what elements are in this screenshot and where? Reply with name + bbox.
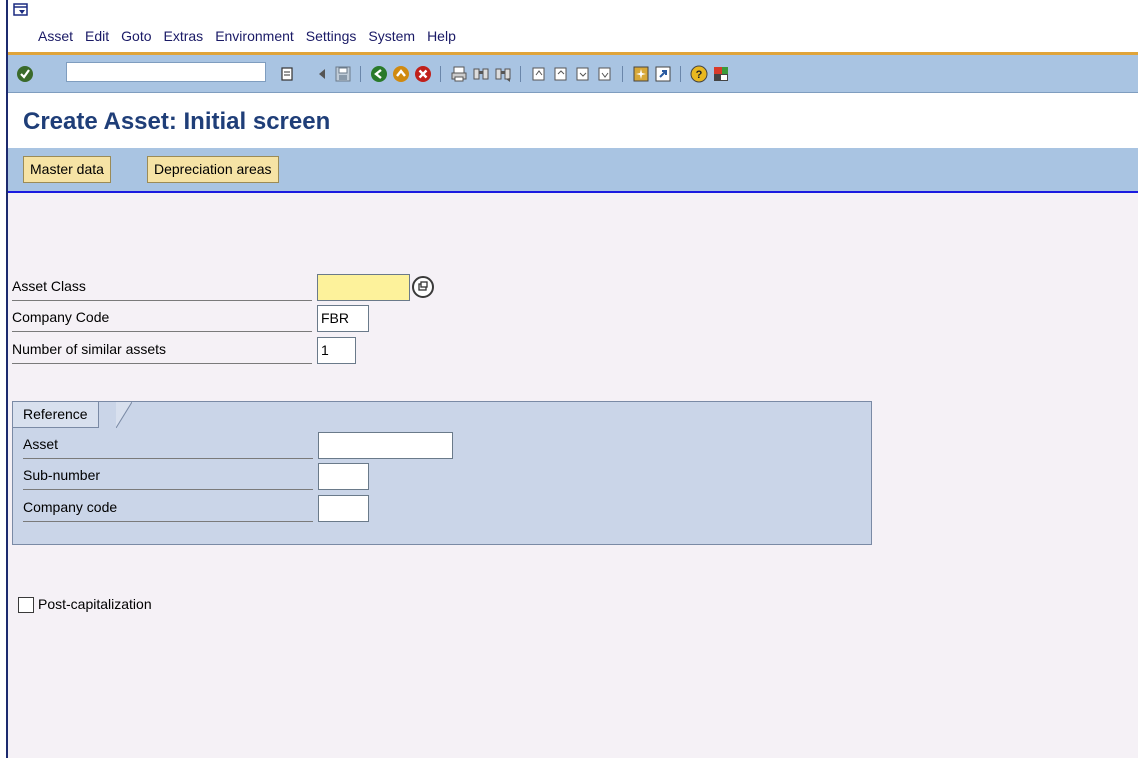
find-icon[interactable] bbox=[472, 65, 490, 83]
menu-settings[interactable]: Settings bbox=[306, 28, 357, 44]
menu-help[interactable]: Help bbox=[427, 28, 456, 44]
similar-assets-field[interactable]: 1 bbox=[317, 337, 356, 364]
reference-sub-number-label: Sub-number bbox=[23, 463, 313, 490]
application-toolbar: Master data Depreciation areas bbox=[8, 148, 1138, 193]
command-field[interactable] bbox=[66, 62, 266, 82]
command-history-icon[interactable] bbox=[278, 65, 296, 83]
menu-goto[interactable]: Goto bbox=[121, 28, 151, 44]
reference-asset-field[interactable] bbox=[318, 432, 453, 459]
company-code-field[interactable]: FBR bbox=[317, 305, 369, 332]
menu-system[interactable]: System bbox=[368, 28, 415, 44]
title-bar: Create Asset: Initial screen bbox=[8, 93, 1138, 148]
reference-asset-label: Asset bbox=[23, 432, 313, 459]
create-session-icon[interactable] bbox=[632, 65, 650, 83]
reference-company-code-label: Company code bbox=[23, 495, 313, 522]
back-icon[interactable] bbox=[370, 65, 388, 83]
page-title: Create Asset: Initial screen bbox=[23, 108, 331, 135]
exit-icon[interactable] bbox=[392, 65, 410, 83]
menu-bar: Asset Edit Goto Extras Environment Setti… bbox=[8, 0, 1138, 52]
menu-edit[interactable]: Edit bbox=[85, 28, 109, 44]
master-data-button[interactable]: Master data bbox=[23, 156, 111, 183]
possible-entries-button[interactable] bbox=[412, 276, 434, 298]
similar-assets-label: Number of similar assets bbox=[12, 337, 312, 364]
post-capitalization-label: Post-capitalization bbox=[38, 596, 152, 612]
save-icon[interactable] bbox=[334, 65, 352, 83]
next-page-icon[interactable] bbox=[574, 65, 592, 83]
asset-class-field[interactable] bbox=[317, 274, 410, 301]
reference-sub-number-field[interactable] bbox=[318, 463, 369, 490]
company-code-label: Company Code bbox=[12, 305, 312, 332]
find-next-icon[interactable] bbox=[494, 65, 512, 83]
menu-asset[interactable]: Asset bbox=[38, 28, 73, 44]
system-menu-icon[interactable] bbox=[13, 3, 29, 17]
enter-icon[interactable] bbox=[16, 65, 34, 83]
svg-text:?: ? bbox=[696, 69, 703, 81]
post-capitalization-checkbox[interactable] bbox=[18, 597, 34, 613]
menu-extras[interactable]: Extras bbox=[164, 28, 204, 44]
first-page-icon[interactable] bbox=[530, 65, 548, 83]
standard-toolbar: ? bbox=[8, 55, 1138, 93]
shortcut-icon[interactable] bbox=[654, 65, 672, 83]
print-icon[interactable] bbox=[450, 65, 468, 83]
work-area: Asset Class Company Code FBR Number of s… bbox=[8, 193, 1138, 758]
back-arrow-icon[interactable] bbox=[313, 65, 331, 83]
asset-class-label: Asset Class bbox=[12, 274, 312, 301]
window-edge bbox=[0, 0, 8, 758]
menu-environment[interactable]: Environment bbox=[215, 28, 294, 44]
last-page-icon[interactable] bbox=[596, 65, 614, 83]
reference-group-title: Reference bbox=[13, 402, 99, 428]
reference-company-code-field[interactable] bbox=[318, 495, 369, 522]
help-icon[interactable]: ? bbox=[690, 65, 708, 83]
customize-layout-icon[interactable] bbox=[712, 65, 730, 83]
depreciation-areas-button[interactable]: Depreciation areas bbox=[147, 156, 279, 183]
value-help-icon bbox=[418, 281, 428, 291]
group-tab-corner bbox=[116, 402, 132, 428]
cancel-icon[interactable] bbox=[414, 65, 432, 83]
previous-page-icon[interactable] bbox=[552, 65, 570, 83]
reference-group: Reference Asset Sub-number Company code bbox=[12, 401, 872, 545]
